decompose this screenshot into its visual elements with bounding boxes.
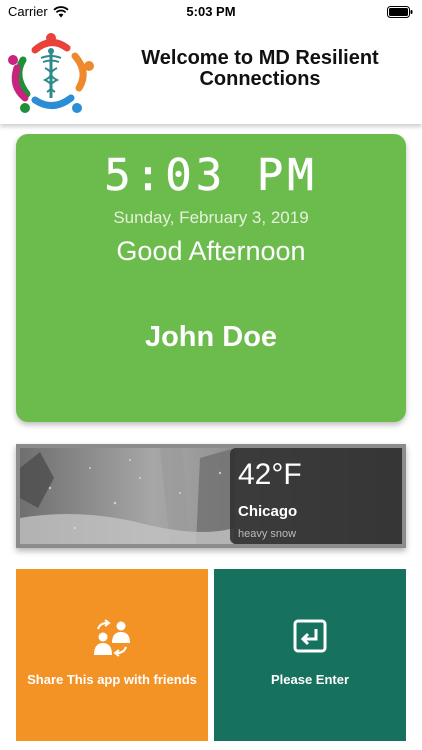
temperature: 42°F: [238, 458, 302, 491]
enter-icon: [293, 619, 327, 658]
battery-icon: [387, 5, 413, 23]
city-name: Chicago: [238, 503, 298, 520]
greeting-label: Good Afternoon: [116, 236, 306, 266]
share-app-label: Share This app with friends: [27, 672, 197, 687]
weather-panel: 42°F Chicago heavy snow: [230, 448, 402, 544]
date-label: Sunday, February 3, 2019: [113, 208, 309, 227]
app-header: Welcome to MD Resilient Connections: [0, 26, 422, 124]
weather-card[interactable]: 42°F Chicago heavy snow: [16, 444, 406, 548]
please-enter-label: Please Enter: [270, 672, 350, 687]
please-enter-button[interactable]: Please Enter: [214, 569, 406, 741]
digital-clock: 5:03 PM: [104, 150, 317, 196]
status-time: 5:03 PM: [186, 4, 236, 19]
user-name: John Doe: [144, 321, 278, 353]
caduceus-logo-icon: [5, 28, 99, 120]
clock-text: 5:03 PM: [104, 150, 317, 196]
weather-condition: heavy snow: [238, 528, 297, 540]
share-app-button[interactable]: Share This app with friends: [16, 569, 208, 741]
status-bar: Carrier 5:03 PM: [0, 0, 422, 24]
share-people-icon: [92, 619, 132, 662]
greeting-card: 5:03 PM Sunday, February 3, 2019 Good Af…: [16, 134, 406, 422]
page-title: Welcome to MD Resilient Connections: [141, 47, 379, 90]
